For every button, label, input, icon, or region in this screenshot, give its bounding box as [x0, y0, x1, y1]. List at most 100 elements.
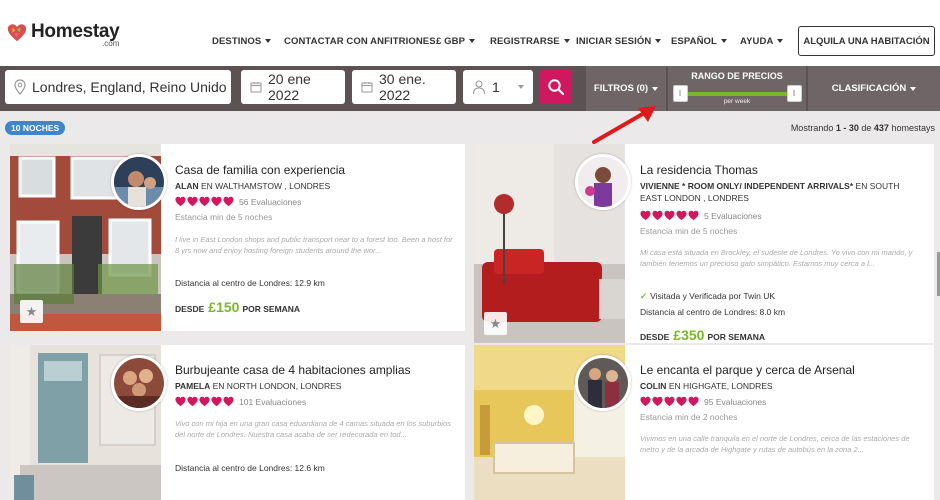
nav-label: CONTACTAR CON ANFITRIONES — [284, 36, 436, 47]
annotation-arrow-icon — [592, 106, 656, 144]
host-location: EN NORTH LONDON, LONDRES — [212, 381, 342, 391]
host-location: EN HIGHGATE, LONDRES — [668, 381, 773, 391]
host-avatar[interactable] — [111, 355, 167, 411]
host-location: EN WALTHAMSTOW , LONDRES — [200, 181, 331, 191]
price-suffix: POR SEMANA — [242, 304, 301, 314]
heart-rating-icon — [211, 396, 222, 407]
chevron-down-icon — [910, 86, 917, 91]
listing-card[interactable]: Le encanta el parque y cerca de Arsenal … — [474, 345, 934, 500]
nav-label: ESPAÑOL — [671, 36, 717, 47]
top-header: Homestay .com DESTINOS CONTACTAR CON ANF… — [0, 0, 940, 66]
listing-description: Vivo con mi hija en una gran casa eduard… — [175, 419, 451, 440]
chevron-down-icon — [720, 39, 727, 44]
nav-login[interactable]: INICIAR SESIÓN — [576, 36, 662, 47]
heart-rating-icon — [664, 396, 675, 407]
price-range-filter: RANGO DE PRECIOS ‖ ‖ per week — [668, 66, 806, 111]
rating-hearts: 5 Evaluaciones — [640, 210, 762, 221]
listing-card[interactable]: ★ Casa de familia con experiencia ALAN E… — [10, 144, 465, 331]
filters-label: FILTROS (0) — [593, 83, 649, 94]
results-count-suffix: homestays — [891, 123, 935, 133]
host-info: COLIN EN HIGHGATE, LONDRES — [640, 380, 773, 392]
listing-title[interactable]: Le encanta el parque y cerca de Arsenal — [640, 363, 855, 377]
star-icon: ★ — [25, 303, 38, 319]
heart-rating-icon — [199, 196, 210, 207]
host-name: COLIN — [640, 381, 667, 391]
heart-rating-icon — [187, 396, 198, 407]
review-count[interactable]: 95 Evaluaciones — [704, 397, 766, 407]
search-bar: Londres, England, Reino Unido 20 ene 202… — [0, 66, 940, 111]
review-count[interactable]: 56 Evaluaciones — [239, 197, 301, 207]
heart-rating-icon — [223, 396, 234, 407]
review-count[interactable]: 5 Evaluaciones — [704, 211, 762, 221]
sort-button[interactable]: CLASIFICACIÓN — [808, 66, 940, 111]
heart-rating-icon — [175, 196, 186, 207]
heart-rating-icon — [652, 210, 663, 221]
heart-rating-icon — [187, 196, 198, 207]
heart-logo-icon — [7, 24, 27, 42]
heart-rating-icon — [688, 396, 699, 407]
favorite-star-button[interactable]: ★ — [20, 300, 43, 323]
heart-rating-icon — [199, 396, 210, 407]
calendar-icon — [250, 82, 262, 93]
heart-rating-icon — [640, 210, 651, 221]
heart-rating-icon — [223, 196, 234, 207]
price-range-unit: per week — [723, 98, 751, 105]
rent-room-button[interactable]: ALQUILA UNA HABITACIÓN — [798, 26, 935, 56]
host-name: ALAN — [175, 181, 199, 191]
verified-text: Visitada y Verificada por Twin UK — [650, 291, 776, 301]
listing-title[interactable]: Burbujeante casa de 4 habitaciones ampli… — [175, 363, 411, 377]
min-stay: Estancia min de 2 noches — [640, 412, 738, 422]
distance-to-center: Distancia al centro de Londres: 12.6 km — [175, 463, 325, 473]
distance-to-center: Distancia al centro de Londres: 12.9 km — [175, 278, 325, 288]
checkin-date-input[interactable]: 20 ene 2022 — [241, 70, 345, 104]
nav-label: REGISTRARSE — [490, 36, 560, 47]
search-button[interactable] — [539, 70, 572, 104]
chevron-down-icon — [777, 39, 784, 44]
distance-to-center: Distancia al centro de Londres: 8.0 km — [640, 307, 786, 317]
listing-description: I live in East London shops and public t… — [175, 235, 453, 256]
checkin-value: 20 ene 2022 — [268, 71, 311, 103]
listing-card[interactable]: Burbujeante casa de 4 habitaciones ampli… — [10, 345, 465, 500]
nav-register[interactable]: REGISTRARSE — [490, 36, 570, 47]
nav-label: DESTINOS — [212, 36, 262, 47]
min-stay: Estancia min de 5 noches — [175, 212, 273, 222]
listing-card[interactable]: ★ La residencia Thomas VIVIENNE * ROOM O… — [474, 144, 934, 343]
host-avatar[interactable] — [575, 355, 631, 411]
listing-title[interactable]: Casa de familia con experiencia — [175, 163, 345, 177]
nav-destinos[interactable]: DESTINOS — [212, 36, 272, 47]
favorite-star-button[interactable]: ★ — [484, 312, 507, 335]
review-count[interactable]: 101 Evaluaciones — [239, 397, 306, 407]
heart-rating-icon — [211, 196, 222, 207]
nav-language[interactable]: ESPAÑOL — [671, 36, 727, 47]
price-amount: £150 — [208, 299, 240, 315]
host-info: ALAN EN WALTHAMSTOW , LONDRES — [175, 180, 330, 192]
price-prefix: DESDE — [175, 304, 205, 314]
price-slider-track[interactable] — [680, 92, 794, 96]
nav-currency[interactable]: £ GBP — [436, 36, 476, 47]
rating-hearts: 56 Evaluaciones — [175, 196, 301, 207]
host-avatar[interactable] — [111, 154, 167, 210]
listing-title[interactable]: La residencia Thomas — [640, 163, 758, 177]
calendar-icon — [361, 82, 373, 93]
nav-help[interactable]: AYUDA — [740, 36, 784, 47]
listing-description: Vivimos en una calle tranquila en el nor… — [640, 434, 910, 455]
results-count-total: 437 — [873, 123, 889, 133]
listing-price: DESDE £350 POR SEMANA — [640, 327, 765, 343]
homestay-logo[interactable]: Homestay .com — [6, 22, 120, 48]
nav-contact-hosts[interactable]: CONTACTAR CON ANFITRIONES — [284, 36, 436, 47]
star-icon: ★ — [489, 315, 502, 331]
host-avatar[interactable] — [575, 154, 631, 210]
verified-badge: ✓ Visitada y Verificada por Twin UK — [640, 291, 775, 302]
guests-select[interactable]: 1 — [463, 70, 533, 104]
host-info: PAMELA EN NORTH LONDON, LONDRES — [175, 380, 341, 392]
results-count-prefix: Mostrando — [790, 123, 834, 133]
host-name: VIVIENNE * ROOM ONLY/ INDEPENDENT ARRIVA… — [640, 181, 854, 191]
checkmark-icon: ✓ — [640, 291, 648, 301]
nav-label: INICIAR SESIÓN — [576, 36, 652, 47]
nav-label: AYUDA — [740, 36, 774, 47]
location-input[interactable]: Londres, England, Reino Unido — [5, 70, 231, 104]
heart-rating-icon — [688, 210, 699, 221]
map-pin-icon — [14, 79, 26, 95]
price-suffix: POR SEMANA — [707, 332, 766, 342]
checkout-date-input[interactable]: 30 ene. 2022 — [352, 70, 456, 104]
